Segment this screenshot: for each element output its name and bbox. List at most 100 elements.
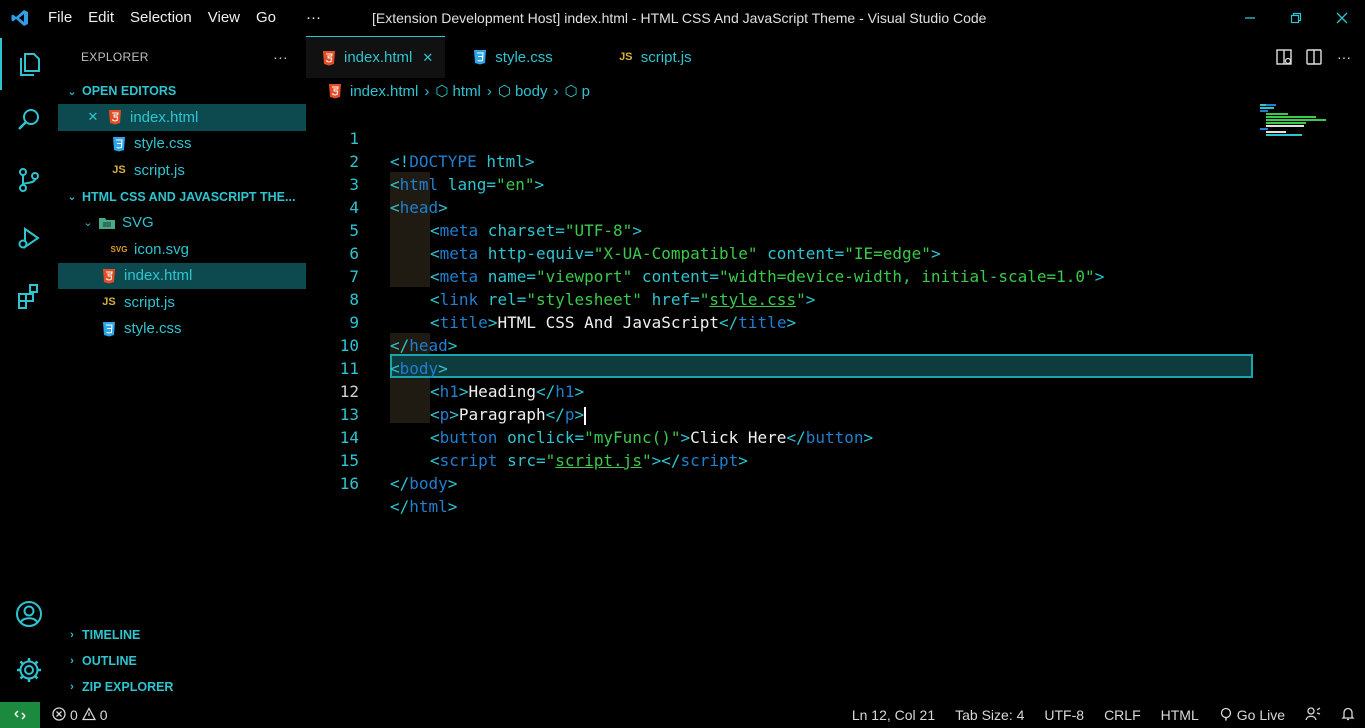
go-live-button[interactable]: Go Live <box>1219 707 1285 724</box>
close-tab-icon[interactable]: ✕ <box>422 50 433 66</box>
tab-size[interactable]: Tab Size: 4 <box>955 707 1024 723</box>
go-live-label: Go Live <box>1236 707 1285 723</box>
project-folder-section[interactable]: ⌄ HTML CSS AND JAVASCRIPT THE... <box>58 184 306 210</box>
cursor-position[interactable]: Ln 12, Col 21 <box>852 707 935 723</box>
end-of-line[interactable]: CRLF <box>1104 707 1141 723</box>
tab-label: script.js <box>640 48 692 66</box>
menu-selection[interactable]: Selection <box>122 0 200 36</box>
zip-explorer-section[interactable]: › ZIP EXPLORER <box>58 674 306 700</box>
tab-label: style.css <box>495 48 553 66</box>
open-editor-item[interactable]: style.css <box>58 131 306 158</box>
explorer-title: EXPLORER <box>81 50 149 64</box>
menu-more[interactable]: ··· <box>298 0 329 36</box>
open-preview-icon[interactable] <box>1275 48 1293 66</box>
file-tree-item[interactable]: JS script.js <box>58 289 306 316</box>
chevron-down-icon: ⌄ <box>83 217 93 230</box>
explorer-sidebar: EXPLORER ··· ⌄ OPEN EDITORS ✕ index.html… <box>58 36 306 702</box>
tab-style-css[interactable]: style.css <box>445 36 603 78</box>
file-tree-item[interactable]: style.css <box>58 316 306 343</box>
more-actions-icon[interactable]: ··· <box>1335 49 1353 65</box>
chevron-right-icon: › <box>70 629 74 641</box>
code-line: 11 <h1>Heading</h1> <box>306 334 1306 401</box>
vscode-logo-icon <box>0 0 40 36</box>
outline-label: OUTLINE <box>82 654 137 668</box>
folder-icon <box>98 214 116 232</box>
file-label: icon.svg <box>134 240 190 258</box>
language-mode[interactable]: HTML <box>1161 707 1199 723</box>
chevron-right-icon: › <box>70 681 74 693</box>
timeline-label: TIMELINE <box>82 628 141 642</box>
problems-indicator[interactable]: 0 0 <box>52 706 108 724</box>
folder-label: SVG <box>122 214 154 232</box>
menu-file[interactable]: File <box>40 0 80 36</box>
code-line: 4 <meta charset="UTF-8"> <box>306 173 1306 240</box>
menu-bar: File Edit Selection View Go ··· <box>40 0 329 36</box>
code-line: 15 </body> <box>306 426 1306 493</box>
notifications-bell-icon[interactable] <box>1341 707 1355 724</box>
file-tree-item[interactable]: SVG icon.svg <box>58 236 306 263</box>
close-window-icon[interactable] <box>1319 0 1365 36</box>
chevron-down-icon: ⌄ <box>67 191 77 203</box>
token: body <box>409 474 448 493</box>
breadcrumb-file[interactable]: index.html <box>350 83 418 100</box>
extensions-icon[interactable] <box>0 270 58 322</box>
window-controls <box>1227 0 1365 36</box>
css-file-icon <box>100 320 118 338</box>
restore-icon[interactable] <box>1273 0 1319 36</box>
open-editor-item[interactable]: ✕ index.html <box>58 104 306 131</box>
token: </ <box>390 497 410 516</box>
open-editors-section[interactable]: ⌄ OPEN EDITORS <box>58 78 306 104</box>
code-text: </body> <box>390 472 457 495</box>
css-file-icon <box>471 48 489 66</box>
element-cube-icon: ⬡ <box>564 83 578 100</box>
run-debug-icon[interactable] <box>0 212 58 264</box>
breadcrumb-html[interactable]: html <box>452 83 480 100</box>
code-editor[interactable]: 1 <!DOCTYPE html> 2 <html lang="en"> 3 <… <box>306 104 1365 702</box>
tab-index-html[interactable]: index.html ✕ <box>306 36 446 78</box>
code-line: 5 <meta http-equiv="X-UA-Compatible" con… <box>306 196 1306 263</box>
close-icon[interactable]: ✕ <box>84 109 102 125</box>
feedback-icon[interactable] <box>1305 706 1321 724</box>
remote-indicator-icon[interactable] <box>0 702 40 728</box>
open-editor-item[interactable]: JS script.js <box>58 157 306 184</box>
explorer-more-button[interactable]: ··· <box>273 49 288 65</box>
source-control-icon[interactable] <box>0 154 58 206</box>
menu-edit[interactable]: Edit <box>80 0 122 36</box>
file-tree-item[interactable]: index.html <box>58 262 306 289</box>
search-icon[interactable] <box>0 94 58 146</box>
breadcrumb-p[interactable]: p <box>582 83 590 100</box>
breadcrumb-body[interactable]: body <box>515 83 548 100</box>
error-icon <box>52 706 66 724</box>
status-right: Ln 12, Col 21 Tab Size: 4 UTF-8 CRLF HTM… <box>852 702 1355 728</box>
open-editors-label: OPEN EDITORS <box>82 84 177 98</box>
explorer-header: EXPLORER ··· <box>58 36 306 78</box>
js-file-icon: JS <box>102 296 116 309</box>
minimize-icon[interactable] <box>1227 0 1273 36</box>
editor-actions: ··· <box>1275 36 1353 78</box>
accounts-icon[interactable] <box>0 588 58 640</box>
editor-tabs: index.html ✕ style.css JS script.js <box>306 36 1365 78</box>
error-count: 0 <box>70 707 78 723</box>
file-label: script.js <box>124 293 175 311</box>
menu-go[interactable]: Go <box>248 0 284 36</box>
outline-section[interactable]: › OUTLINE <box>58 648 306 674</box>
window-title: [Extension Development Host] index.html … <box>372 10 987 26</box>
project-folder-label: HTML CSS AND JAVASCRIPT THE... <box>82 189 296 204</box>
js-file-icon: JS <box>619 51 633 63</box>
settings-gear-icon[interactable] <box>0 644 58 696</box>
chevron-right-icon: › <box>486 82 492 100</box>
timeline-section[interactable]: › TIMELINE <box>58 622 306 648</box>
code-line: 1 <!DOCTYPE html> <box>306 104 1306 171</box>
folder-row[interactable]: ⌄ SVG <box>58 210 306 237</box>
split-editor-icon[interactable] <box>1305 48 1323 66</box>
html-file-icon <box>106 108 124 126</box>
minimap[interactable] <box>1260 104 1350 138</box>
tab-label: index.html <box>344 49 413 66</box>
status-bar: 0 0 Ln 12, Col 21 Tab Size: 4 UTF-8 CRLF… <box>0 702 1365 728</box>
code-text: </html> <box>390 495 457 518</box>
chevron-right-icon: › <box>424 82 430 100</box>
encoding[interactable]: UTF-8 <box>1044 707 1084 723</box>
explorer-icon[interactable] <box>0 38 58 90</box>
menu-view[interactable]: View <box>200 0 248 36</box>
tab-script-js[interactable]: JS script.js <box>603 36 704 78</box>
